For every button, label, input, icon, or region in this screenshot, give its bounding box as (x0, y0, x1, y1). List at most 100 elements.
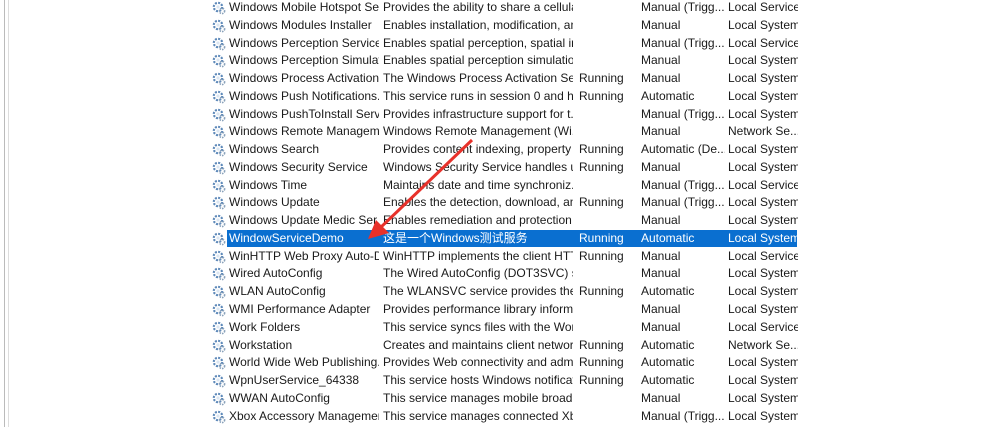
service-row[interactable]: Windows Mobile Hotspot Se... Provides the… (0, 0, 999, 17)
service-name: Windows Perception Service (229, 35, 379, 50)
gear-icon (212, 232, 226, 246)
service-description: Provides performance library inform... (383, 302, 573, 317)
service-row[interactable]: Windows Perception Simulat... Enables spa… (0, 52, 999, 70)
service-startup-type: Manual (Trigg... (641, 408, 725, 423)
service-description: This service manages mobile broadb... (383, 390, 573, 405)
service-description: This service manages connected Xbo... (383, 408, 573, 423)
service-row[interactable]: Windows PushToInstall Servi... Provides i… (0, 106, 999, 124)
service-row[interactable]: Windows Update Medic Ser... Enables remed… (0, 212, 999, 230)
service-row[interactable]: Windows Time Maintains date and time sync… (0, 177, 999, 195)
service-description: WinHTTP implements the client HTT... (383, 248, 573, 263)
service-description: Enables spatial perception simulatio... (383, 53, 573, 68)
service-row[interactable]: WinHTTP Web Proxy Auto-D... WinHTTP imple… (0, 248, 999, 266)
gear-icon (212, 37, 226, 51)
service-row[interactable]: Work Folders This service syncs files wit… (0, 319, 999, 337)
service-description: Provides Web connectivity and admi... (383, 355, 573, 370)
gear-icon (212, 374, 226, 388)
service-name: Windows Perception Simulat... (229, 53, 379, 68)
service-description: 这是一个Windows测试服务 (383, 230, 528, 245)
service-description: The Windows Process Activation Ser... (383, 71, 573, 86)
service-startup-type: Automatic (641, 355, 695, 370)
service-row[interactable]: WindowServiceDemo 这是一个Windows测试服务 Running A… (0, 229, 999, 248)
service-row[interactable]: Windows Perception Service Enables spatia… (0, 35, 999, 53)
service-startup-type: Manual (641, 71, 681, 86)
gear-icon (212, 1, 226, 15)
service-row[interactable]: Windows Process Activation ... The Window… (0, 70, 999, 88)
service-status: Running (579, 355, 624, 370)
service-status: Running (579, 337, 624, 352)
service-name: Wired AutoConfig (229, 266, 323, 281)
service-row[interactable]: Wired AutoConfig The Wired AutoConfig (DO… (0, 265, 999, 283)
service-row[interactable]: WLAN AutoConfig The WLANSVC service provi… (0, 283, 999, 301)
service-name: Workstation (229, 337, 293, 352)
service-log-on-as: Local System (728, 71, 798, 86)
service-log-on-as: Local System (728, 408, 798, 423)
service-name: WpnUserService_64338 (229, 373, 360, 388)
service-log-on-as: Local System (728, 53, 798, 68)
service-startup-type: Manual (Trigg... (641, 177, 725, 192)
gear-icon (212, 19, 226, 33)
service-startup-type: Manual (641, 390, 681, 405)
service-row[interactable]: Windows Modules Installer Enables install… (0, 17, 999, 35)
service-startup-type: Manual (Trigg... (641, 35, 725, 50)
service-name: Windows Search (229, 142, 320, 157)
service-startup-type: Manual (Trigg... (641, 195, 725, 210)
gear-icon (212, 108, 226, 122)
gear-icon (212, 356, 226, 370)
service-name: Windows Update Medic Ser... (229, 213, 379, 228)
service-description: The WLANSVC service provides the l... (383, 284, 573, 299)
service-description: Maintains date and time synchroniz... (383, 177, 573, 192)
service-name: Windows Mobile Hotspot Se... (229, 0, 379, 14)
gear-icon (212, 90, 226, 104)
gear-icon (212, 285, 226, 299)
service-startup-type: Manual (641, 319, 681, 334)
service-name: WWAN AutoConfig (229, 390, 330, 405)
service-description: This service hosts Windows notificati... (383, 373, 573, 388)
service-log-on-as: Local System (728, 266, 798, 281)
service-startup-type: Automatic (641, 373, 695, 388)
service-description: Enables the detection, download, an... (383, 195, 573, 210)
service-row[interactable]: Windows Update Enables the detection, dow… (0, 194, 999, 212)
service-name: Windows Push Notifications... (229, 88, 379, 103)
service-log-on-as: Network Se... (728, 124, 798, 139)
service-name: WindowServiceDemo (229, 230, 344, 245)
service-row[interactable]: WWAN AutoConfig This service manages mobi… (0, 390, 999, 408)
service-status: Running (579, 284, 624, 299)
service-log-on-as: Local System (728, 106, 798, 121)
gear-icon (212, 410, 226, 424)
service-log-on-as: Local Service (728, 248, 798, 263)
service-description: Enables remediation and protection ... (383, 213, 573, 228)
service-row[interactable]: Windows Security Service Windows Security… (0, 159, 999, 177)
service-description: Creates and maintains client networ... (383, 337, 573, 352)
service-log-on-as: Local System (728, 355, 798, 370)
gear-icon (212, 196, 226, 210)
service-row[interactable]: Windows Push Notifications... This servic… (0, 88, 999, 106)
service-log-on-as: Local Service (728, 319, 798, 334)
service-startup-type: Automatic (De... (641, 142, 725, 157)
service-status: Running (579, 230, 624, 245)
service-row[interactable]: WpnUserService_64338 This service hosts W… (0, 372, 999, 390)
service-status: Running (579, 88, 624, 103)
service-row[interactable]: Windows Remote Managem... Windows Remote … (0, 123, 999, 141)
service-row[interactable]: Windows Search Provides content indexing,… (0, 141, 999, 159)
service-row[interactable]: Workstation Creates and maintains client … (0, 337, 999, 355)
service-name: WLAN AutoConfig (229, 284, 326, 299)
gear-icon (212, 125, 226, 139)
gear-icon (212, 250, 226, 264)
service-startup-type: Manual (641, 53, 681, 68)
service-row[interactable]: World Wide Web Publishing... Provides Web… (0, 354, 999, 372)
service-startup-type: Manual (641, 124, 681, 139)
service-row[interactable]: Xbox Accessory Managemen... This service … (0, 408, 999, 426)
service-status: Running (579, 142, 624, 157)
service-description: This service runs in session 0 and ho... (383, 88, 573, 103)
service-log-on-as: Local Service (728, 0, 798, 14)
service-startup-type: Manual (Trigg... (641, 0, 725, 14)
gear-icon (212, 267, 226, 281)
service-startup-type: Manual (641, 266, 681, 281)
service-name: Windows PushToInstall Servi... (229, 106, 379, 121)
service-startup-type: Automatic (641, 88, 695, 103)
service-row[interactable]: WMI Performance Adapter Provides performa… (0, 301, 999, 319)
service-description: Windows Remote Management (Wi... (383, 124, 573, 139)
service-name: Windows Remote Managem... (229, 124, 379, 139)
service-description: Enables installation, modification, an..… (383, 17, 573, 32)
